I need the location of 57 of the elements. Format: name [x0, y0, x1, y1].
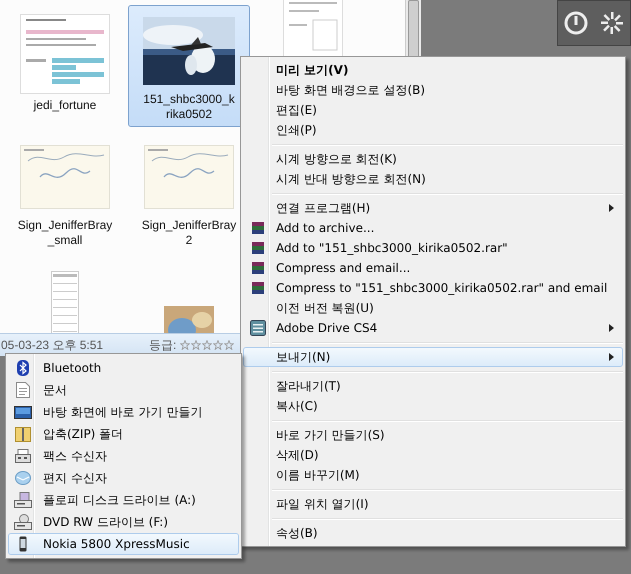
menu-item[interactable]: 이름 바꾸기(M) — [243, 465, 623, 485]
bluetooth-icon — [17, 360, 29, 376]
envelope-icon — [15, 471, 31, 485]
menu-item[interactable]: 문서 — [8, 379, 239, 401]
monitor-icon — [14, 406, 32, 418]
fax-icon — [15, 449, 31, 463]
menu-item[interactable]: 이전 버전 복원(U) — [243, 298, 623, 318]
zip-folder-icon — [15, 426, 31, 442]
menu-item[interactable]: 플로피 디스크 드라이브 (A:) — [8, 489, 239, 511]
file-name: Sign_JenifferBray — [142, 218, 236, 233]
books-icon — [251, 221, 265, 235]
dvd-drive-icon — [14, 514, 32, 530]
file-name: 2 — [186, 233, 192, 248]
menu-item[interactable]: 바탕 화면에 바로 가기 만들기 — [8, 401, 239, 423]
floppy-drive-icon — [14, 492, 32, 508]
star-icon[interactable] — [224, 340, 234, 350]
file-name: Sign_JenifferBray — [18, 218, 112, 233]
file-name: _small — [48, 233, 82, 248]
submenu-arrow-icon — [609, 324, 614, 332]
file-name: 151_shbc3000_k — [143, 92, 235, 107]
submenu-arrow-icon — [609, 204, 614, 212]
list-icon — [250, 320, 266, 336]
star-icon[interactable] — [191, 340, 202, 350]
books-icon — [251, 261, 265, 275]
menu-item[interactable]: DVD RW 드라이브 (F:) — [8, 511, 239, 533]
file-item[interactable]: 151_shbc3000_k rika0502 — [128, 5, 250, 127]
menu-item[interactable]: 파일 위치 열기(I) — [243, 494, 623, 514]
submenu-arrow-icon — [609, 353, 614, 361]
date-taken: 05-03-23 오후 5:51 — [1, 336, 104, 354]
menu-item[interactable]: 압축(ZIP) 폴더 — [8, 423, 239, 445]
menu-item[interactable]: 잘라내기(T) — [243, 376, 623, 396]
menu-item[interactable]: 보내기(N) — [243, 347, 623, 367]
phone-icon — [19, 536, 27, 552]
file-item[interactable]: jedi_fortune — [4, 5, 126, 127]
menu-item[interactable]: Nokia 5800 XpressMusic — [8, 533, 239, 555]
menu-item[interactable]: 편지 수신자 — [8, 467, 239, 489]
file-name: rika0502 — [166, 107, 212, 122]
file-item[interactable]: Sign_JenifferBray _small — [4, 131, 126, 253]
power-icon[interactable] — [563, 10, 589, 36]
menu-item[interactable]: Compress to "151_shbc3000_kirika0502.rar" and email — [243, 278, 623, 298]
menu-item[interactable]: Bluetooth — [8, 357, 239, 379]
menu-item[interactable]: 삭제(D) — [243, 445, 623, 465]
rating-label: 등급: — [149, 336, 176, 354]
star-icon[interactable] — [180, 340, 190, 350]
file-name: jedi_fortune — [34, 98, 96, 113]
menu-item[interactable]: 속성(B) — [243, 523, 623, 543]
books-icon — [251, 241, 265, 255]
books-icon — [251, 281, 265, 295]
menu-item[interactable]: 팩스 수신자 — [8, 445, 239, 467]
star-icon[interactable] — [202, 340, 212, 350]
document-icon — [16, 382, 30, 398]
loading-icon[interactable] — [599, 10, 625, 36]
star-icon[interactable] — [213, 340, 224, 350]
menu-item[interactable]: 바로 가기 만들기(S) — [243, 425, 623, 445]
menu-item[interactable]: 복사(C) — [243, 396, 623, 416]
menu-item[interactable]: Adobe Drive CS4 — [243, 318, 623, 338]
menu-item[interactable]: Compress and email... — [243, 258, 623, 278]
